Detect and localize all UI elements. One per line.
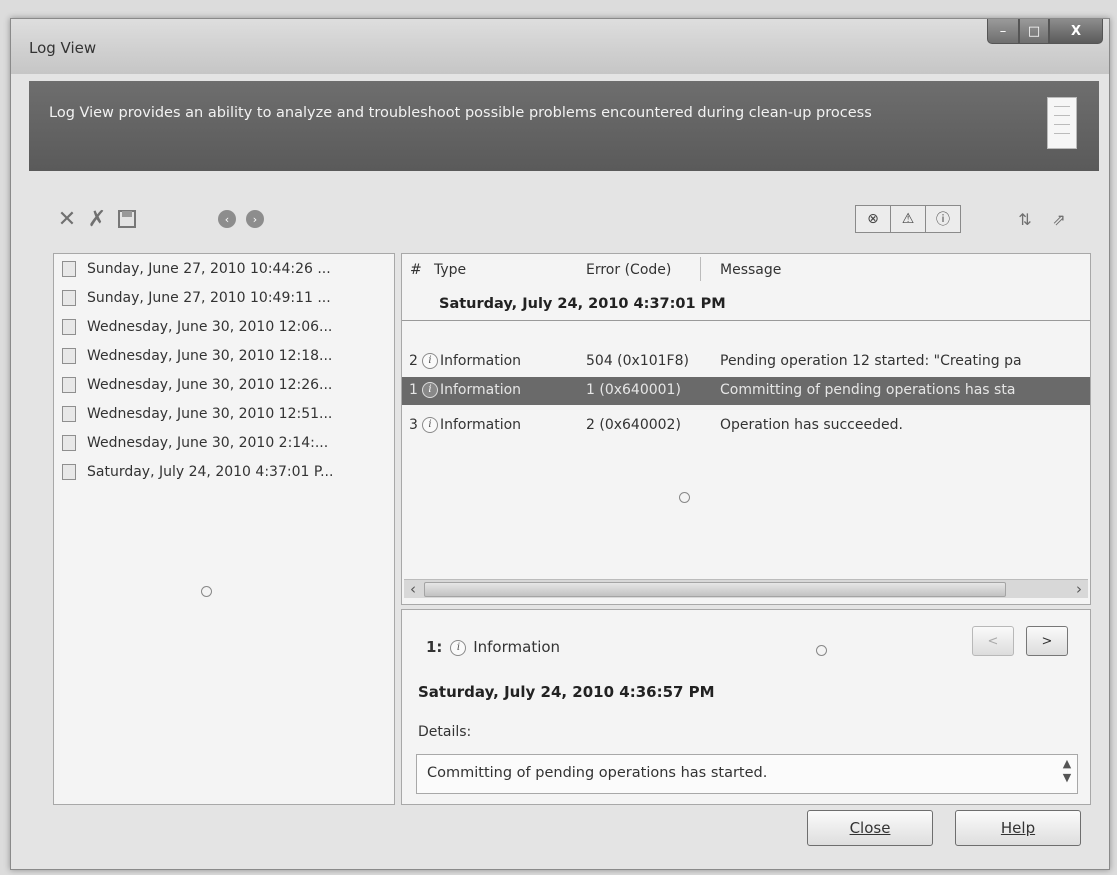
column-code[interactable]: Error (Code) (586, 262, 671, 278)
save-icon[interactable] (115, 205, 139, 233)
scroll-left-icon[interactable]: ‹ (404, 580, 422, 598)
log-file-icon (62, 434, 76, 451)
title-bar[interactable]: Log View – □ X (11, 19, 1109, 74)
table-row-selected[interactable]: 1 i Information 1 (0x640001) Committing o… (402, 377, 1090, 405)
details-text: Committing of pending operations has sta… (427, 765, 768, 781)
log-file-icon (62, 318, 76, 335)
log-file-icon (62, 289, 76, 306)
detail-type: Information (473, 638, 561, 656)
delete-icon[interactable]: ✕ (55, 205, 79, 233)
minimize-button[interactable]: – (987, 19, 1019, 44)
log-file-icon (62, 376, 76, 393)
detail-header: 1: i Information (426, 638, 560, 656)
group-title: Saturday, July 24, 2010 4:37:01 PM (439, 296, 726, 312)
column-type[interactable]: Type (434, 262, 466, 278)
back-icon[interactable]: ‹ (215, 205, 239, 233)
next-entry-button[interactable]: > (1026, 626, 1068, 656)
window-controls: – □ X (987, 19, 1103, 45)
previous-entry-button[interactable]: < (972, 626, 1014, 656)
document-icon (1047, 97, 1077, 149)
session-item[interactable]: Saturday, July 24, 2010 4:37:01 P... (54, 457, 394, 486)
focus-dot (679, 492, 690, 503)
session-list[interactable]: Sunday, June 27, 2010 10:44:26 ... Sunda… (53, 253, 395, 805)
detail-number: 1: (426, 638, 443, 656)
scroll-right-icon[interactable]: › (1070, 580, 1088, 598)
focus-dot (816, 645, 827, 656)
column-message[interactable]: Message (720, 262, 781, 278)
session-item[interactable]: Wednesday, June 30, 2010 12:51... (54, 399, 394, 428)
detail-timestamp: Saturday, July 24, 2010 4:36:57 PM (418, 683, 715, 701)
info-icon: i (422, 382, 438, 398)
banner-text: Log View provides an ability to analyze … (49, 105, 872, 121)
log-file-icon (62, 405, 76, 422)
scroll-up-icon[interactable]: ▲ (1059, 757, 1075, 771)
session-item[interactable]: Wednesday, June 30, 2010 12:06... (54, 312, 394, 341)
help-button[interactable]: Help (955, 810, 1081, 846)
close-window-button[interactable]: X (1049, 19, 1103, 44)
log-entries-grid[interactable]: # Type Error (Code) Message Saturday, Ju… (401, 253, 1091, 605)
maximize-button[interactable]: □ (1019, 19, 1049, 44)
log-view-window: Log View – □ X Log View provides an abil… (10, 18, 1110, 870)
toolbar: ✕ ✗ ‹ › ⊗ ⚠ ⓘ ⇅ ⇗ (55, 205, 1085, 235)
details-label: Details: (418, 724, 472, 740)
log-file-icon (62, 260, 76, 277)
detail-panel: 1: i Information < > Saturday, July 24, 2… (401, 609, 1091, 805)
session-item[interactable]: Sunday, June 27, 2010 10:44:26 ... (54, 254, 394, 283)
export-icon[interactable]: ⇗ (1047, 205, 1071, 233)
session-item[interactable]: Wednesday, June 30, 2010 2:14:... (54, 428, 394, 457)
group-row[interactable]: Saturday, July 24, 2010 4:37:01 PM (402, 290, 1090, 321)
column-num[interactable]: # (410, 262, 422, 278)
vertical-scrollbar[interactable]: ▲ ▼ (1059, 757, 1075, 789)
info-icon: i (450, 639, 467, 656)
session-item[interactable]: Wednesday, June 30, 2010 12:26... (54, 370, 394, 399)
focus-dot (201, 586, 212, 597)
scroll-thumb[interactable] (424, 582, 1006, 597)
sort-icon[interactable]: ⇅ (1013, 205, 1037, 233)
session-item[interactable]: Sunday, June 27, 2010 10:49:11 ... (54, 283, 394, 312)
log-file-icon (62, 463, 76, 480)
forward-icon[interactable]: › (243, 205, 267, 233)
filter-error-icon[interactable]: ⊗ (855, 205, 891, 233)
filter-group: ⊗ ⚠ ⓘ (855, 205, 961, 233)
grid-header: # Type Error (Code) Message (402, 254, 1090, 284)
horizontal-scrollbar[interactable]: ‹ › (404, 579, 1088, 598)
table-row[interactable]: 3 i Information 2 (0x640002) Operation ha… (402, 412, 1090, 440)
table-row[interactable]: 2 i Information 504 (0x101F8) Pending ope… (402, 348, 1090, 376)
close-button[interactable]: Close (807, 810, 933, 846)
filter-warning-icon[interactable]: ⚠ (891, 205, 926, 233)
info-icon: i (422, 417, 438, 433)
delete-all-icon[interactable]: ✗ (85, 205, 109, 233)
scroll-down-icon[interactable]: ▼ (1059, 771, 1075, 785)
description-banner: Log View provides an ability to analyze … (29, 81, 1099, 171)
column-separator[interactable] (700, 257, 701, 281)
session-item[interactable]: Wednesday, June 30, 2010 12:18... (54, 341, 394, 370)
info-icon: i (422, 353, 438, 369)
details-text-field[interactable]: Committing of pending operations has sta… (416, 754, 1078, 794)
filter-info-icon[interactable]: ⓘ (926, 205, 961, 233)
log-file-icon (62, 347, 76, 364)
window-title: Log View (29, 39, 97, 57)
